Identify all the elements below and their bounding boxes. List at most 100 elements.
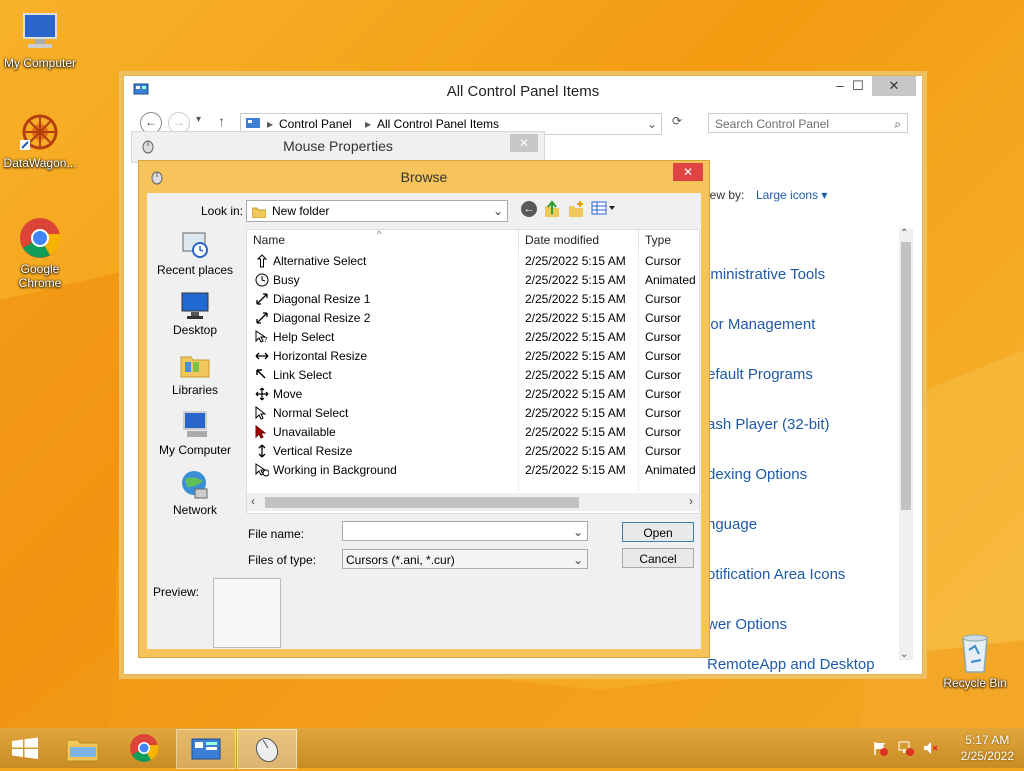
file-row[interactable]: Horizontal Resize 2/25/2022 5:15 AM Cursor: [247, 347, 699, 366]
taskbar-file-explorer[interactable]: [54, 729, 112, 767]
svg-text:?: ?: [264, 336, 268, 344]
horizontal-scrollbar-thumb[interactable]: [265, 497, 579, 508]
file-row[interactable]: Move 2/25/2022 5:15 AM Cursor: [247, 385, 699, 404]
file-name-chevron-icon[interactable]: ⌄: [573, 522, 583, 542]
file-row[interactable]: Unavailable 2/25/2022 5:15 AM Cursor: [247, 423, 699, 442]
column-header-type[interactable]: Type: [639, 230, 699, 250]
file-date-cell: 2/25/2022 5:15 AM: [525, 311, 626, 325]
file-row[interactable]: Vertical Resize 2/25/2022 5:15 AM Cursor: [247, 442, 699, 461]
vertical-scrollbar[interactable]: ⌃ ⌄: [899, 228, 913, 660]
file-type-cell: Animated: [645, 463, 696, 477]
sort-ascending-icon: ^: [377, 229, 382, 239]
taskbar-control-panel[interactable]: [176, 729, 236, 769]
file-name-input[interactable]: ⌄: [342, 521, 588, 541]
start-button[interactable]: [0, 729, 50, 767]
files-of-type-value: Cursors (*.ani, *.cur): [346, 553, 455, 567]
control-panel-titlebar[interactable]: All Control Panel Items – ☐ ✕: [124, 76, 922, 106]
recent-locations-chevron-icon[interactable]: ▾: [196, 114, 201, 125]
back-arrow-icon[interactable]: ←: [521, 201, 537, 217]
file-name-cell: Busy: [273, 273, 300, 287]
scroll-left-arrow-icon[interactable]: ‹: [251, 494, 255, 508]
up-button[interactable]: ↑: [218, 113, 225, 129]
place-recent-places[interactable]: Recent places: [147, 229, 243, 289]
file-row[interactable]: Alternative Select 2/25/2022 5:15 AM Curso…: [247, 252, 699, 271]
cp-item-color-management[interactable]: lor Management: [707, 316, 815, 333]
look-in-label: Look in:: [201, 204, 244, 218]
scroll-up-arrow-icon[interactable]: ⌃: [900, 228, 908, 239]
file-date-cell: 2/25/2022 5:15 AM: [525, 254, 626, 268]
file-date-cell: 2/25/2022 5:15 AM: [525, 425, 626, 439]
cp-item-default-programs[interactable]: efault Programs: [707, 366, 813, 383]
scroll-down-arrow-icon[interactable]: ⌄: [900, 649, 908, 660]
file-date-cell: 2/25/2022 5:15 AM: [525, 292, 626, 306]
browse-close-button[interactable]: ✕: [673, 163, 703, 181]
file-row[interactable]: Diagonal Resize 1 2/25/2022 5:15 AM Cursor: [247, 290, 699, 309]
file-name-cell: Horizontal Resize: [273, 349, 368, 363]
file-date-cell: 2/25/2022 5:15 AM: [525, 349, 626, 363]
taskbar-chrome[interactable]: [115, 729, 173, 767]
file-date-cell: 2/25/2022 5:15 AM: [525, 463, 626, 477]
file-list[interactable]: Name ^ Date modified Type Alternative Se…: [246, 229, 700, 514]
taskbar-mouse-properties[interactable]: [237, 729, 297, 769]
desktop-icon-my-computer[interactable]: My Computer: [0, 10, 80, 70]
file-row[interactable]: Link Select 2/25/2022 5:15 AM Cursor: [247, 366, 699, 385]
mouse-properties-close-button[interactable]: ✕: [510, 134, 538, 152]
scrollbar-thumb[interactable]: [901, 242, 911, 510]
search-placeholder: Search Control Panel: [715, 117, 830, 131]
maximize-button[interactable]: ☐: [844, 76, 872, 96]
desktop-icon-chrome[interactable]: Google Chrome: [0, 216, 80, 290]
datawagon-icon: [18, 110, 62, 154]
place-desktop[interactable]: Desktop: [147, 289, 243, 349]
libraries-icon: [179, 349, 211, 381]
look-in-dropdown[interactable]: New folder ⌄: [246, 200, 508, 222]
desktop-icon-recycle-bin[interactable]: Recycle Bin: [935, 630, 1015, 690]
files-of-type-label: Files of type:: [248, 553, 317, 567]
view-menu-icon[interactable]: [591, 200, 617, 219]
clock-time: 5:17 AM: [965, 733, 1010, 747]
place-libraries[interactable]: Libraries: [147, 349, 243, 409]
place-network[interactable]: Network: [147, 469, 243, 529]
desktop-icon-label: DataWagon...: [3, 156, 77, 170]
cp-item-remoteapp[interactable]: RemoteApp and Desktop: [707, 656, 875, 673]
cp-item-flash-player[interactable]: ash Player (32-bit): [707, 416, 830, 433]
file-row[interactable]: Diagonal Resize 2 2/25/2022 5:15 AM Cursor: [247, 309, 699, 328]
cp-item-indexing-options[interactable]: dexing Options: [707, 466, 807, 483]
network-tray-icon[interactable]: [898, 740, 914, 759]
file-type-cell: Cursor: [645, 254, 682, 268]
cp-item-power-options[interactable]: wer Options: [707, 616, 787, 633]
clock[interactable]: 5:17 AM 2/25/2022: [961, 732, 1014, 764]
column-header-name[interactable]: Name ^: [247, 230, 519, 250]
volume-muted-icon[interactable]: [922, 740, 938, 759]
files-of-type-select[interactable]: Cursors (*.ani, *.cur) ⌄: [342, 549, 588, 569]
view-by-dropdown[interactable]: Large icons ▾: [756, 188, 827, 202]
file-row[interactable]: ? Help Select 2/25/2022 5:15 AM Cursor: [247, 328, 699, 347]
file-type-cell: Cursor: [645, 444, 682, 458]
open-button[interactable]: Open: [622, 522, 694, 542]
action-center-flag-icon[interactable]: [872, 740, 888, 759]
desktop-icon-datawagon[interactable]: DataWagon...: [0, 110, 80, 170]
cp-item-notification-area-icons[interactable]: otification Area Icons: [707, 566, 845, 583]
file-type-cell: Cursor: [645, 330, 682, 344]
column-header-date[interactable]: Date modified: [519, 230, 639, 250]
cancel-button[interactable]: Cancel: [622, 548, 694, 568]
file-row[interactable]: Working in Background 2/25/2022 5:15 AM An…: [247, 461, 699, 480]
close-button[interactable]: ✕: [872, 76, 916, 96]
file-row[interactable]: Busy 2/25/2022 5:15 AM Animated: [247, 271, 699, 290]
cp-item-administrative-tools[interactable]: lministrative Tools: [707, 266, 825, 283]
new-folder-icon[interactable]: [567, 200, 585, 221]
search-icon[interactable]: ⌕: [894, 114, 901, 134]
refresh-icon[interactable]: ⟳: [672, 114, 682, 128]
preview-label: Preview:: [153, 585, 200, 599]
up-folder-icon[interactable]: [543, 200, 561, 221]
file-row[interactable]: Normal Select 2/25/2022 5:15 AM Cursor: [247, 404, 699, 423]
column-name-label: Name: [253, 233, 286, 247]
scroll-right-arrow-icon[interactable]: ›: [689, 494, 693, 508]
horizontal-scrollbar[interactable]: ‹ ›: [247, 493, 699, 511]
place-my-computer[interactable]: My Computer: [147, 409, 243, 469]
browse-title: Browse: [400, 169, 448, 185]
place-label: Recent places: [156, 263, 234, 277]
network-icon: [179, 469, 211, 501]
cp-item-language[interactable]: nguage: [707, 516, 757, 533]
search-input[interactable]: Search Control Panel ⌕: [708, 113, 908, 133]
address-dropdown-chevron-icon[interactable]: ⌄: [647, 114, 657, 134]
